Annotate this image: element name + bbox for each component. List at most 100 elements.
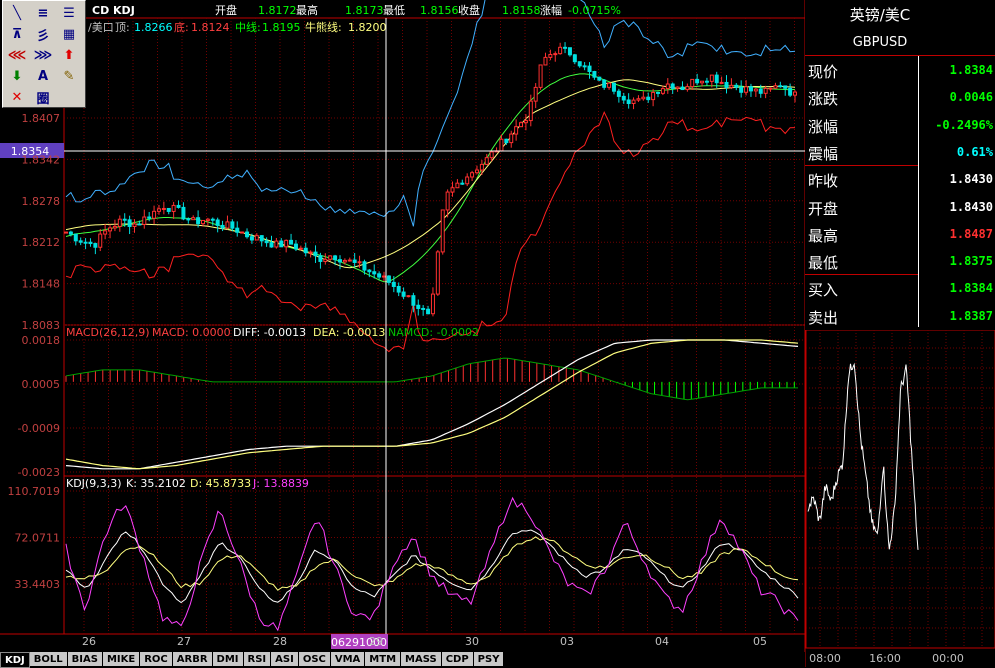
band-bottom <box>66 112 795 351</box>
candle-body <box>779 86 782 87</box>
quote-label: 震幅 <box>808 143 838 164</box>
candle-body <box>148 217 151 218</box>
candle-body <box>578 62 581 66</box>
fan-lines-icon[interactable]: ⋙ <box>32 45 54 65</box>
intraday-line <box>808 364 918 550</box>
candle-body <box>187 219 190 220</box>
quote-row: 涨幅-0.2496% <box>805 112 995 139</box>
candle-body <box>343 260 346 261</box>
tab-psy[interactable]: PSY <box>474 652 505 666</box>
kdj-name: KDJ(9,3,3) <box>66 477 122 490</box>
candle-body <box>128 220 131 227</box>
y-tick-label: 110.7019 <box>8 485 61 498</box>
line-tool-icon[interactable]: ╲ <box>6 3 28 23</box>
tab-mike[interactable]: MIKE <box>103 652 140 666</box>
candle-body <box>299 248 302 249</box>
candle-body <box>69 232 72 234</box>
delete-icon[interactable]: ✕ <box>6 87 28 107</box>
mid-label: 中线: <box>235 20 261 34</box>
y-tick-label: 1.8148 <box>22 278 61 291</box>
candle-body <box>353 260 356 262</box>
tab-mtm[interactable]: MTM <box>365 652 401 666</box>
tab-roc[interactable]: ROC <box>140 652 173 666</box>
tab-arbr[interactable]: ARBR <box>173 652 213 666</box>
candle-body <box>730 85 733 87</box>
x-tick-label: 05 <box>753 635 767 648</box>
parallel-lines-icon[interactable]: ≡ <box>32 3 54 23</box>
diff-line <box>66 340 798 469</box>
tab-asi[interactable]: ASI <box>271 652 299 666</box>
candle-body <box>627 100 630 104</box>
candle-body <box>490 152 493 158</box>
tab-bias[interactable]: BIAS <box>68 652 103 666</box>
tab-boll[interactable]: BOLL <box>30 652 68 666</box>
intraday-time-1: 16:00 <box>869 652 901 665</box>
text-tool-icon[interactable]: A <box>32 66 54 86</box>
select-tool-icon[interactable]: 圈 <box>32 87 54 107</box>
up-arrow-icon[interactable]: ⬆ <box>58 45 80 65</box>
bottom-label: 底: <box>174 20 189 34</box>
intraday-time-2: 00:00 <box>932 652 964 665</box>
high-value: 1.8173 <box>345 4 384 17</box>
quote-row: 卖出1.8387 <box>805 303 995 330</box>
y-tick-label: -0.0023 <box>18 466 60 479</box>
namcd-value: NAMCD: -0.0002 <box>388 326 479 339</box>
candle-body <box>99 234 102 247</box>
candle-body <box>564 47 567 48</box>
quote-value: 0.61% <box>957 145 993 159</box>
bottom-value: 1.8124 <box>191 21 230 34</box>
candle-body <box>221 225 224 228</box>
candle-body <box>740 87 743 92</box>
candle-body <box>231 222 234 228</box>
intraday-line-path <box>808 364 918 550</box>
quote-value: 1.8487 <box>950 227 993 241</box>
down-arrow-icon[interactable]: ⬇ <box>6 66 28 86</box>
tab-osc[interactable]: OSC <box>299 652 331 666</box>
gann-fan-icon[interactable]: ⋘ <box>6 45 28 65</box>
tab-kdj[interactable]: KDJ <box>0 652 30 668</box>
tab-cdp[interactable]: CDP <box>442 652 474 666</box>
eraser-icon[interactable]: ✎ <box>58 66 80 86</box>
candle-body <box>201 220 204 223</box>
bull-label: 牛熊线: <box>305 20 342 34</box>
candle-body <box>275 241 278 247</box>
candle-body <box>143 217 146 224</box>
horizontal-lines-icon[interactable]: ☰ <box>58 3 80 23</box>
x-tick-label: 26 <box>82 635 96 648</box>
candle-body <box>314 252 317 256</box>
quote-row: 最高1.8487 <box>805 221 995 248</box>
candle-body <box>456 183 459 188</box>
candle-body <box>544 57 547 65</box>
macd-lines <box>66 340 798 469</box>
fibonacci-icon[interactable]: 彡 <box>32 24 54 44</box>
candle-body <box>652 92 655 99</box>
candle-body <box>250 237 253 240</box>
candle-body <box>216 220 219 225</box>
candle-body <box>378 274 381 277</box>
chg-value: -0.0715% <box>568 4 621 17</box>
kdj-lines <box>66 498 798 630</box>
candle-body <box>182 207 185 218</box>
x-tick-label: 30 <box>465 635 479 648</box>
tab-vma[interactable]: VMA <box>331 652 365 666</box>
candle-body <box>789 88 792 95</box>
tab-dmi[interactable]: DMI <box>213 652 244 666</box>
candle-body <box>681 87 684 89</box>
tab-rsi[interactable]: RSI <box>244 652 272 666</box>
candle-body <box>710 75 713 81</box>
candle-body <box>334 256 337 260</box>
quote-row: 现价1.8384 <box>805 57 995 84</box>
trend-channel-icon[interactable]: ⊼ <box>6 24 28 44</box>
tab-mass[interactable]: MASS <box>401 652 442 666</box>
candle-body <box>608 83 611 87</box>
low-value: 1.8156 <box>420 4 459 17</box>
candle-body <box>466 177 469 184</box>
candle-body <box>123 219 126 220</box>
grid-tool-icon[interactable]: ▦ <box>58 24 80 44</box>
candle-body <box>671 84 674 88</box>
candle-body <box>177 205 180 207</box>
quote-row: 昨收1.8430 <box>805 166 995 193</box>
y-tick-label: 33.4403 <box>15 578 61 591</box>
candle-body <box>319 256 322 262</box>
candle-body <box>226 222 229 228</box>
